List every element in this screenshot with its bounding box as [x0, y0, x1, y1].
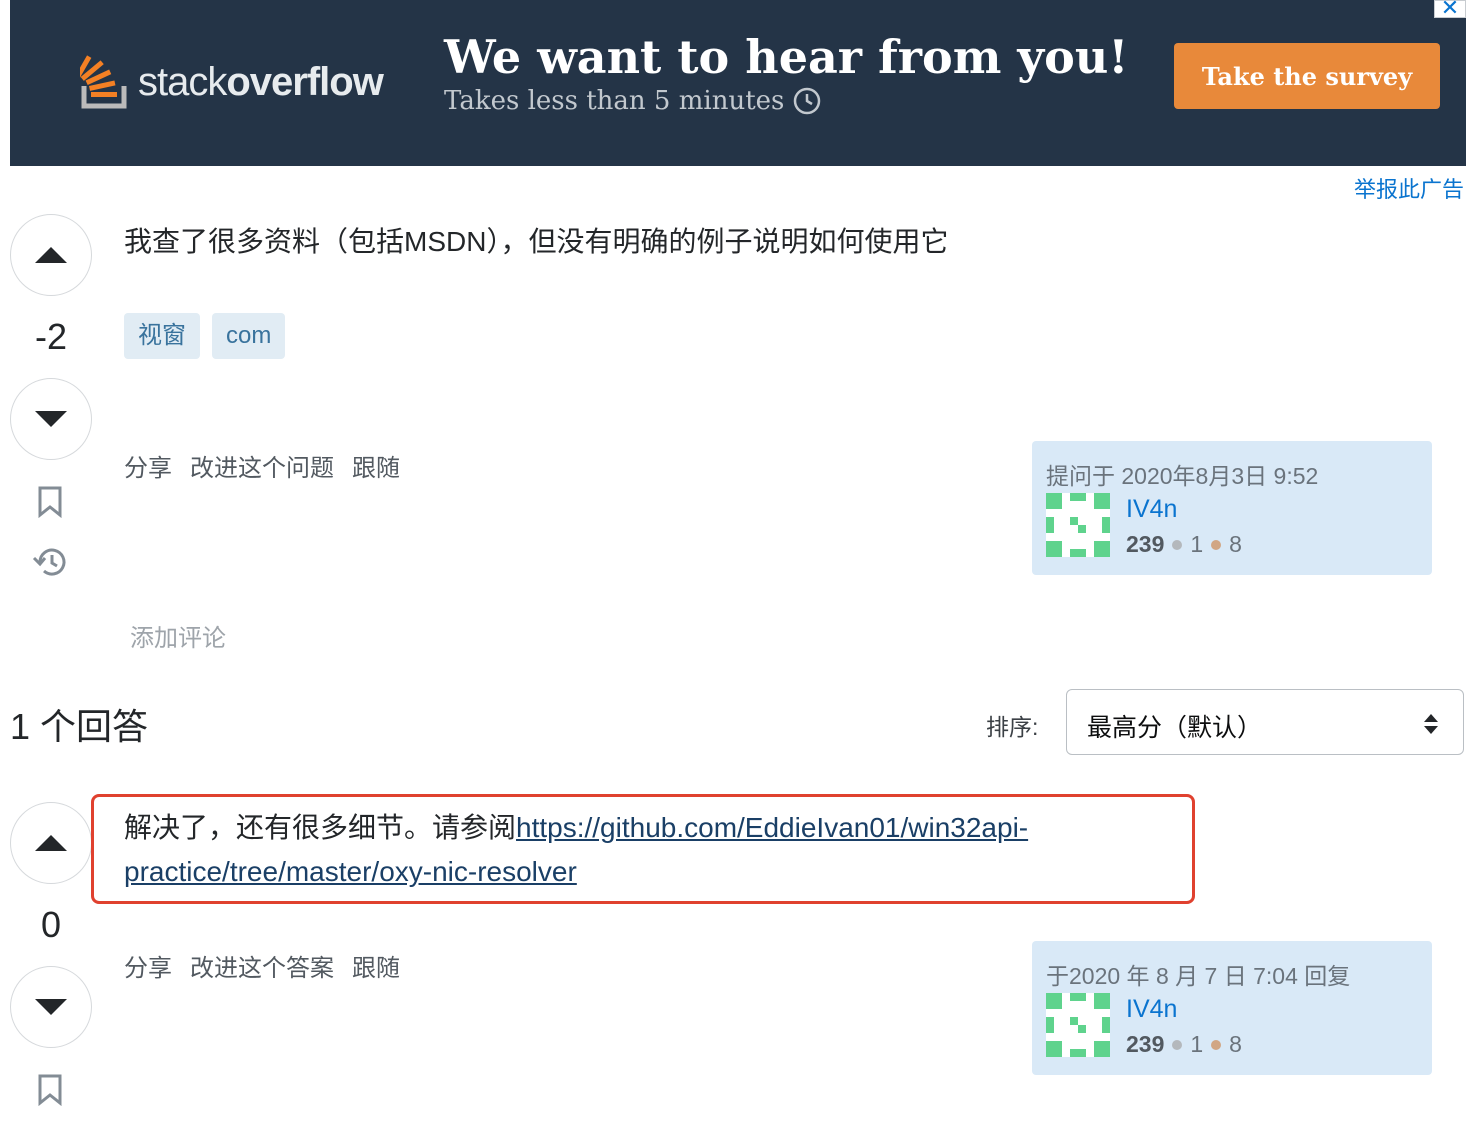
sort-select[interactable]: 最高分（默认） — [1066, 689, 1464, 755]
stackoverflow-logo-icon — [80, 55, 127, 109]
bronze-badge-count: 8 — [1229, 531, 1242, 557]
question-body: 我查了很多资料（包括MSDN），但没有明确的例子说明如何使用它 — [124, 226, 949, 257]
silver-badge-count: 1 — [1190, 1031, 1204, 1057]
share-link[interactable]: 分享 — [124, 448, 172, 483]
report-ad-link[interactable]: 举报此广告 — [1354, 172, 1464, 204]
bookmark-icon[interactable] — [30, 1070, 70, 1110]
user-reputation: 239 1 8 — [1126, 531, 1242, 558]
question-upvote-button[interactable] — [10, 214, 92, 296]
add-comment-link[interactable]: 添加评论 — [130, 618, 226, 653]
silver-badge-icon — [1172, 1039, 1183, 1050]
bronze-badge-count: 8 — [1229, 1031, 1242, 1057]
tag-windows[interactable]: 视窗 — [124, 313, 200, 359]
answer-upvote-button[interactable] — [10, 802, 92, 884]
sort-arrows-icon — [1424, 714, 1438, 734]
bookmark-icon[interactable] — [30, 482, 70, 522]
follow-link[interactable]: 跟随 — [352, 448, 400, 483]
follow-link[interactable]: 跟随 — [352, 948, 400, 983]
bronze-badge-icon — [1211, 539, 1222, 550]
improve-question-link[interactable]: 改进这个问题 — [190, 448, 334, 483]
ad-banner[interactable]: stackoverflow We want to hear from you! … — [10, 0, 1466, 166]
clock-icon — [794, 87, 821, 115]
answer-post-menu: 分享 改进这个答案 跟随 — [124, 948, 400, 983]
question-owner-card: 提问于 2020年8月3日 9:52 IV4n 239 1 8 — [1032, 441, 1432, 575]
asked-time: 提问于 2020年8月3日 9:52 — [1046, 463, 1319, 489]
silver-badge-count: 1 — [1190, 531, 1204, 557]
upvote-icon — [35, 247, 67, 263]
take-survey-button[interactable]: Take the survey — [1174, 43, 1440, 109]
improve-answer-link[interactable]: 改进这个答案 — [190, 948, 334, 983]
question-downvote-button[interactable] — [10, 378, 92, 460]
answered-time: 于2020 年 8 月 7 日 7:04 回复 — [1046, 963, 1351, 989]
stackoverflow-logo: stackoverflow — [80, 46, 384, 110]
share-link[interactable]: 分享 — [124, 948, 172, 983]
downvote-icon — [35, 411, 67, 427]
downvote-icon — [35, 999, 67, 1015]
answer-text: 解决了，还有很多细节。请参阅 — [124, 812, 517, 843]
user-reputation: 239 1 8 — [1126, 1031, 1242, 1058]
upvote-icon — [35, 835, 67, 851]
reputation-score: 239 — [1126, 1031, 1165, 1057]
silver-badge-icon — [1172, 539, 1183, 550]
answer-score: 0 — [40, 904, 62, 945]
tag-com[interactable]: com — [212, 313, 286, 359]
ad-headline: We want to hear from you! — [444, 30, 1129, 84]
ad-subline-text: Takes less than 5 minutes — [444, 86, 785, 116]
close-icon[interactable]: ✕ — [1434, 0, 1466, 19]
bronze-badge-icon — [1211, 1039, 1222, 1050]
answer-downvote-button[interactable] — [10, 966, 92, 1048]
identicon-avatar[interactable] — [1046, 493, 1110, 557]
question-post-menu: 分享 改进这个问题 跟随 — [124, 448, 400, 483]
sort-label: 排序: — [986, 714, 1039, 740]
answer-body: 解决了，还有很多细节。请参阅https://github.com/EddieIv… — [124, 806, 1164, 894]
history-icon[interactable] — [30, 542, 70, 582]
identicon-avatar[interactable] — [1046, 993, 1110, 1057]
sort-selected-value: 最高分（默认） — [1087, 714, 1263, 742]
stackoverflow-wordmark: stackoverflow — [138, 60, 384, 104]
question-score: -2 — [34, 316, 67, 357]
user-name-link[interactable]: IV4n — [1126, 495, 1177, 524]
user-name-link[interactable]: IV4n — [1126, 995, 1177, 1024]
reputation-score: 239 — [1126, 531, 1165, 557]
ad-subline: Takes less than 5 minutes — [444, 86, 822, 116]
answer-owner-card: 于2020 年 8 月 7 日 7:04 回复 IV4n 239 1 8 — [1032, 941, 1432, 1075]
answers-count-heading: 1 个回答 — [10, 706, 149, 747]
